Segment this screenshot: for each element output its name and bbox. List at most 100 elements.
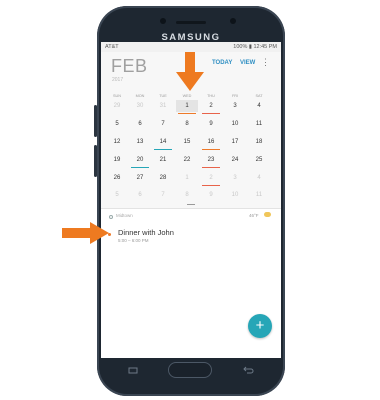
weekday-header: WED <box>182 94 192 98</box>
calendar-day-label: 22 <box>183 157 191 163</box>
front-camera-icon <box>230 18 236 24</box>
calendar-day-label: 23 <box>207 157 215 163</box>
calendar-day[interactable]: 17 <box>224 136 246 148</box>
calendar-day[interactable]: 4 <box>248 172 270 184</box>
calendar-day-label: 29 <box>113 103 121 109</box>
calendar-day-label: 9 <box>209 192 213 198</box>
more-options-icon[interactable]: ⋮ <box>261 57 270 68</box>
calendar-day-label: 25 <box>255 157 263 163</box>
calendar-day-label: 4 <box>257 175 261 181</box>
weekday-header: FRI <box>231 94 239 98</box>
calendar-day-label: 28 <box>159 175 167 181</box>
add-event-button[interactable]: + <box>248 314 272 338</box>
calendar-day[interactable]: 10 <box>224 189 246 201</box>
calendar-day-label: 30 <box>136 103 144 109</box>
calendar-day[interactable]: 7 <box>152 189 174 201</box>
calendar-day[interactable]: 2 <box>200 172 222 184</box>
weekday-header: SUN <box>112 94 122 98</box>
calendar-day[interactable]: 27 <box>129 172 151 184</box>
calendar-day[interactable]: 18 <box>248 136 270 148</box>
home-button[interactable] <box>168 362 212 378</box>
event-marker <box>202 113 220 114</box>
calendar-day-label: 7 <box>161 192 165 198</box>
events-panel: Midtown 46°F Dinner with John 5:00 – 6:0… <box>101 209 281 357</box>
event-marker <box>131 167 149 168</box>
calendar-day-label: 4 <box>257 103 261 109</box>
calendar-day-label: 18 <box>255 139 263 145</box>
weather-label: 46°F <box>249 213 259 218</box>
calendar-day-label: 9 <box>209 121 213 127</box>
calendar-day[interactable]: 5 <box>106 189 128 201</box>
calendar-day[interactable]: 7 <box>152 118 174 130</box>
calendar-day[interactable]: 5 <box>106 118 128 130</box>
calendar-day[interactable]: 20 <box>129 154 151 166</box>
calendar-day[interactable]: 3 <box>224 172 246 184</box>
calendar-day-label: 2 <box>209 103 213 109</box>
event-marker <box>178 113 196 114</box>
month-title: FEB <box>111 56 148 76</box>
down-arrow-callout-icon <box>176 52 204 91</box>
earpiece-speaker <box>176 21 206 24</box>
calendar-day[interactable]: 14 <box>152 136 174 148</box>
calendar-day-label: 11 <box>255 121 263 127</box>
calendar-day[interactable]: 8 <box>176 118 198 130</box>
calendar-day[interactable]: 28 <box>152 172 174 184</box>
calendar-day[interactable]: 11 <box>248 118 270 130</box>
calendar-day[interactable]: 13 <box>129 136 151 148</box>
weekday-header: MON <box>135 94 145 98</box>
calendar-day[interactable]: 1 <box>176 172 198 184</box>
calendar-day-label: 3 <box>233 103 237 109</box>
calendar-day-label: 6 <box>138 192 142 198</box>
calendar-day[interactable]: 24 <box>224 154 246 166</box>
calendar-day-label: 27 <box>136 175 144 181</box>
back-icon[interactable] <box>242 366 254 374</box>
calendar-day[interactable]: 8 <box>176 189 198 201</box>
calendar-day[interactable]: 11 <box>248 189 270 201</box>
calendar-day[interactable]: 26 <box>106 172 128 184</box>
calendar-day[interactable]: 2 <box>200 100 222 112</box>
calendar-day[interactable]: 3 <box>224 100 246 112</box>
calendar-day-label: 10 <box>231 192 239 198</box>
calendar-day[interactable]: 15 <box>176 136 198 148</box>
calendar-day-label: 15 <box>183 139 191 145</box>
calendar-day[interactable]: 9 <box>200 118 222 130</box>
weather-icon <box>264 212 271 217</box>
calendar-day[interactable]: 23 <box>200 154 222 166</box>
calendar-day[interactable]: 22 <box>176 154 198 166</box>
calendar-day-label: 10 <box>231 121 239 127</box>
calendar-day[interactable]: 1 <box>176 100 198 112</box>
year-label: 2017 <box>112 77 124 83</box>
calendar-day[interactable]: 25 <box>248 154 270 166</box>
status-right: 100% ▮ 12:45 PM <box>233 44 277 50</box>
calendar-day[interactable]: 30 <box>129 100 151 112</box>
calendar-day[interactable]: 9 <box>200 189 222 201</box>
calendar-day[interactable]: 4 <box>248 100 270 112</box>
event-marker <box>202 185 220 186</box>
calendar-day[interactable]: 19 <box>106 154 128 166</box>
calendar-day[interactable]: 16 <box>200 136 222 148</box>
calendar-day-label: 31 <box>159 103 167 109</box>
calendar-day-label: 17 <box>231 139 239 145</box>
location-label: Midtown <box>116 213 133 218</box>
drag-handle[interactable] <box>187 204 195 205</box>
view-button[interactable]: VIEW <box>240 60 255 66</box>
recent-apps-icon[interactable] <box>128 367 138 374</box>
event-title[interactable]: Dinner with John <box>118 228 174 237</box>
calendar-day[interactable]: 21 <box>152 154 174 166</box>
weekday-header: THU <box>207 94 215 98</box>
calendar-day[interactable]: 10 <box>224 118 246 130</box>
weekday-header: TUE <box>159 94 167 98</box>
event-marker <box>154 149 172 150</box>
today-button[interactable]: TODAY <box>212 60 232 66</box>
calendar-day-label: 12 <box>113 139 121 145</box>
right-arrow-callout-icon <box>62 222 109 244</box>
calendar-day[interactable]: 12 <box>106 136 128 148</box>
calendar-day-label: 5 <box>115 121 119 127</box>
calendar-day[interactable]: 29 <box>106 100 128 112</box>
calendar-day[interactable]: 6 <box>129 118 151 130</box>
calendar-day[interactable]: 31 <box>152 100 174 112</box>
event-marker <box>202 149 220 150</box>
calendar-day-label: 6 <box>138 121 142 127</box>
calendar-day-label: 26 <box>113 175 121 181</box>
calendar-day[interactable]: 6 <box>129 189 151 201</box>
